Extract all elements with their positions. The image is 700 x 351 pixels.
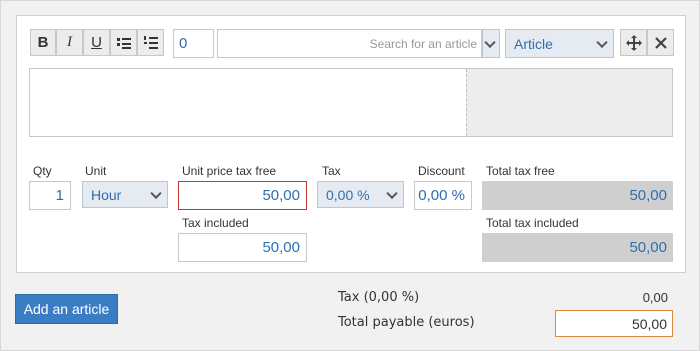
qty-label: Qty <box>33 164 52 178</box>
numbered-list-icon-glyph <box>143 36 158 49</box>
discount-label: Discount <box>418 164 465 178</box>
tax-label: Tax <box>322 164 341 178</box>
underline-icon[interactable]: U <box>83 29 110 56</box>
bulleted-list-icon-glyph <box>116 37 131 49</box>
move-icon[interactable] <box>620 29 647 56</box>
article-line-card: B I U 0 Search for an article Article Qt… <box>16 15 686 273</box>
close-icon-glyph <box>654 36 667 49</box>
line-type-select[interactable]: Article <box>505 29 614 58</box>
tax-included-label: Tax included <box>182 216 249 230</box>
unit-label: Unit <box>85 164 107 178</box>
total-payable-value: 50,00 <box>555 310 673 337</box>
chevron-down-icon <box>150 187 162 199</box>
total-payable-label: Total payable (euros) <box>338 315 475 330</box>
unit-price-label: Unit price tax free <box>182 164 277 178</box>
article-editor-frame: B I U 0 Search for an article Article Qt… <box>0 0 700 351</box>
italic-icon[interactable]: I <box>56 29 83 56</box>
quantity-input[interactable]: 0 <box>173 29 214 58</box>
search-article-input[interactable]: Search for an article <box>217 29 482 58</box>
bulleted-list-icon[interactable] <box>110 29 137 56</box>
tax-summary-value: 0,00 <box>642 290 668 305</box>
close-icon[interactable] <box>647 29 674 56</box>
discount-input[interactable]: 0,00 % <box>414 181 472 210</box>
numbered-list-icon[interactable] <box>137 29 164 56</box>
unit-select[interactable]: Hour <box>82 181 168 208</box>
tax-select[interactable]: 0,00 % <box>317 181 404 208</box>
chevron-down-icon <box>386 187 398 199</box>
total-tax-free-value: 50,00 <box>482 181 673 210</box>
total-tax-free-label: Total tax free <box>486 164 555 178</box>
unit-price-input[interactable]: 50,00 <box>178 181 307 210</box>
chevron-down-icon <box>596 36 608 48</box>
total-tax-included-label: Total tax included <box>486 216 579 230</box>
tax-included-input[interactable]: 50,00 <box>178 233 307 262</box>
add-article-button[interactable]: Add an article <box>15 294 118 324</box>
move-icon-glyph <box>625 34 642 51</box>
search-dropdown-button[interactable] <box>482 29 500 58</box>
chevron-down-icon <box>484 36 496 48</box>
tax-summary-label: Tax (0,00 %) <box>338 290 420 305</box>
qty-input[interactable]: 1 <box>29 181 71 210</box>
total-tax-included-value: 50,00 <box>482 233 673 262</box>
bold-icon[interactable]: B <box>30 29 56 56</box>
description-side-panel <box>466 69 672 136</box>
